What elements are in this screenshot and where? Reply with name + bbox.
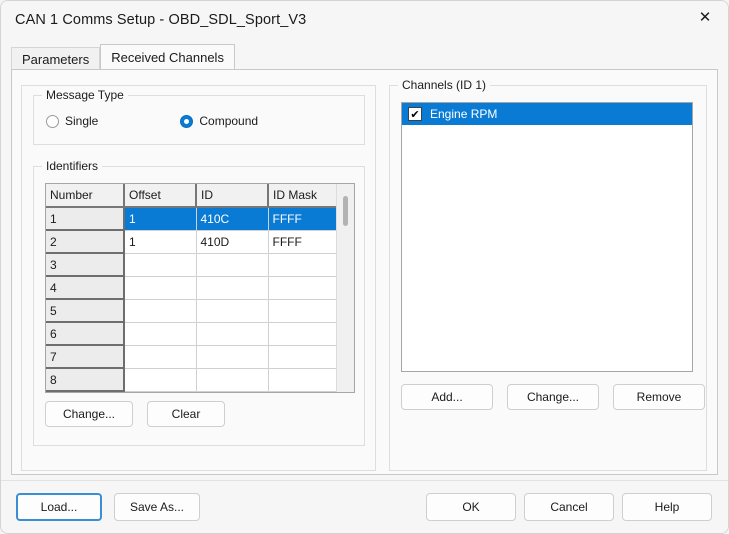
cell-offset[interactable]	[124, 345, 197, 369]
cell-id-mask[interactable]: FFFF	[268, 230, 336, 254]
tab-received-channels-label: Received Channels	[111, 50, 224, 65]
cell-id-mask[interactable]	[268, 345, 336, 369]
cell-id[interactable]: 410D	[196, 230, 269, 254]
checkbox-icon[interactable]: ✔	[408, 107, 422, 121]
save-as-button[interactable]: Save As...	[114, 493, 200, 521]
table-row[interactable]: 7	[46, 344, 336, 369]
channels-change-button[interactable]: Change...	[507, 384, 599, 410]
list-item-label: Engine RPM	[430, 107, 498, 121]
table-row[interactable]: 2 1 410D FFFF	[46, 229, 336, 254]
identifiers-clear-button[interactable]: Clear	[147, 401, 225, 427]
cell-number[interactable]: 8	[46, 367, 125, 392]
message-type-radio-row: Single Compound	[46, 114, 258, 128]
tab-strip: Parameters Received Channels	[11, 44, 718, 69]
identifiers-change-button[interactable]: Change...	[45, 401, 133, 427]
channels-remove-button[interactable]: Remove	[613, 384, 705, 410]
identifiers-group-label: Identifiers	[42, 159, 103, 173]
window-title: CAN 1 Comms Setup - OBD_SDL_Sport_V3	[15, 12, 307, 28]
cell-offset[interactable]: 1	[124, 230, 197, 254]
cell-id-mask[interactable]	[268, 276, 336, 300]
column-header-id[interactable]: ID	[196, 184, 269, 208]
table-row[interactable]: 6	[46, 321, 336, 346]
dialog-window: CAN 1 Comms Setup - OBD_SDL_Sport_V3 ✕ P…	[0, 0, 729, 534]
radio-compound-label: Compound	[199, 114, 259, 128]
radio-single-icon	[46, 114, 59, 128]
table-row[interactable]: 8	[46, 367, 336, 392]
cell-offset[interactable]	[124, 253, 197, 277]
column-header-number[interactable]: Number	[46, 184, 125, 208]
cell-id-mask[interactable]: FFFF	[268, 207, 336, 231]
cell-id[interactable]: 410C	[196, 207, 269, 231]
table-row[interactable]: 5	[46, 298, 336, 323]
cell-id[interactable]	[196, 322, 269, 346]
radio-compound[interactable]: Compound	[180, 114, 258, 128]
cell-id[interactable]	[196, 253, 269, 277]
column-header-offset[interactable]: Offset	[124, 184, 197, 208]
radio-single-label: Single	[65, 114, 99, 128]
channels-listbox[interactable]: ✔ Engine RPM	[401, 102, 693, 372]
cell-id-mask[interactable]	[268, 299, 336, 323]
cell-number[interactable]: 3	[46, 252, 125, 277]
message-type-group-label: Message Type	[42, 88, 128, 102]
identifiers-group: Identifiers Number Offset ID ID Mask 1 1…	[33, 159, 365, 446]
cell-offset[interactable]	[124, 299, 197, 323]
tab-parameters[interactable]: Parameters	[11, 47, 101, 69]
footer-bar: Load... Save As... OK Cancel Help	[1, 481, 728, 533]
tab-received-channels[interactable]: Received Channels	[100, 44, 235, 69]
help-button[interactable]: Help	[622, 493, 712, 521]
close-icon: ✕	[698, 8, 712, 26]
close-button[interactable]: ✕	[682, 1, 728, 34]
cell-number[interactable]: 5	[46, 298, 125, 323]
channels-group: Channels (ID 1) ✔ Engine RPM Add... Chan…	[389, 78, 707, 471]
cancel-button[interactable]: Cancel	[524, 493, 614, 521]
channels-add-button[interactable]: Add...	[401, 384, 493, 410]
message-type-group: Message Type Single Compound	[33, 88, 365, 145]
radio-single[interactable]: Single	[46, 114, 98, 128]
cell-offset[interactable]	[124, 368, 197, 392]
ok-button[interactable]: OK	[426, 493, 516, 521]
cell-number[interactable]: 4	[46, 275, 125, 300]
cell-id[interactable]	[196, 368, 269, 392]
list-item[interactable]: ✔ Engine RPM	[402, 103, 692, 125]
channels-group-label: Channels (ID 1)	[398, 78, 491, 92]
cell-number[interactable]: 2	[46, 229, 125, 254]
table-row[interactable]: 4	[46, 275, 336, 300]
cell-number[interactable]: 7	[46, 344, 125, 369]
cell-id[interactable]	[196, 299, 269, 323]
cell-id-mask[interactable]	[268, 322, 336, 346]
tab-parameters-label: Parameters	[22, 52, 90, 67]
cell-id-mask[interactable]	[268, 368, 336, 392]
title-bar: CAN 1 Comms Setup - OBD_SDL_Sport_V3	[1, 1, 728, 39]
table-header-row: Number Offset ID ID Mask	[46, 184, 336, 208]
load-button[interactable]: Load...	[16, 493, 102, 521]
identifiers-scrollbar[interactable]	[336, 184, 354, 392]
identifiers-grid[interactable]: Number Offset ID ID Mask 1 1 410C FFFF 2…	[45, 183, 355, 393]
identifiers-scrollbar-thumb[interactable]	[343, 196, 348, 226]
cell-offset[interactable]: 1	[124, 207, 197, 231]
cell-number[interactable]: 6	[46, 321, 125, 346]
table-row[interactable]: 3	[46, 252, 336, 277]
cell-id-mask[interactable]	[268, 253, 336, 277]
cell-offset[interactable]	[124, 322, 197, 346]
cell-offset[interactable]	[124, 276, 197, 300]
table-row[interactable]: 1 1 410C FFFF	[46, 206, 336, 231]
cell-id[interactable]	[196, 345, 269, 369]
column-header-id-mask[interactable]: ID Mask	[268, 184, 336, 208]
cell-id[interactable]	[196, 276, 269, 300]
cell-number[interactable]: 1	[46, 206, 125, 231]
identifiers-grid-body: Number Offset ID ID Mask 1 1 410C FFFF 2…	[46, 184, 336, 392]
radio-compound-icon	[180, 114, 194, 128]
